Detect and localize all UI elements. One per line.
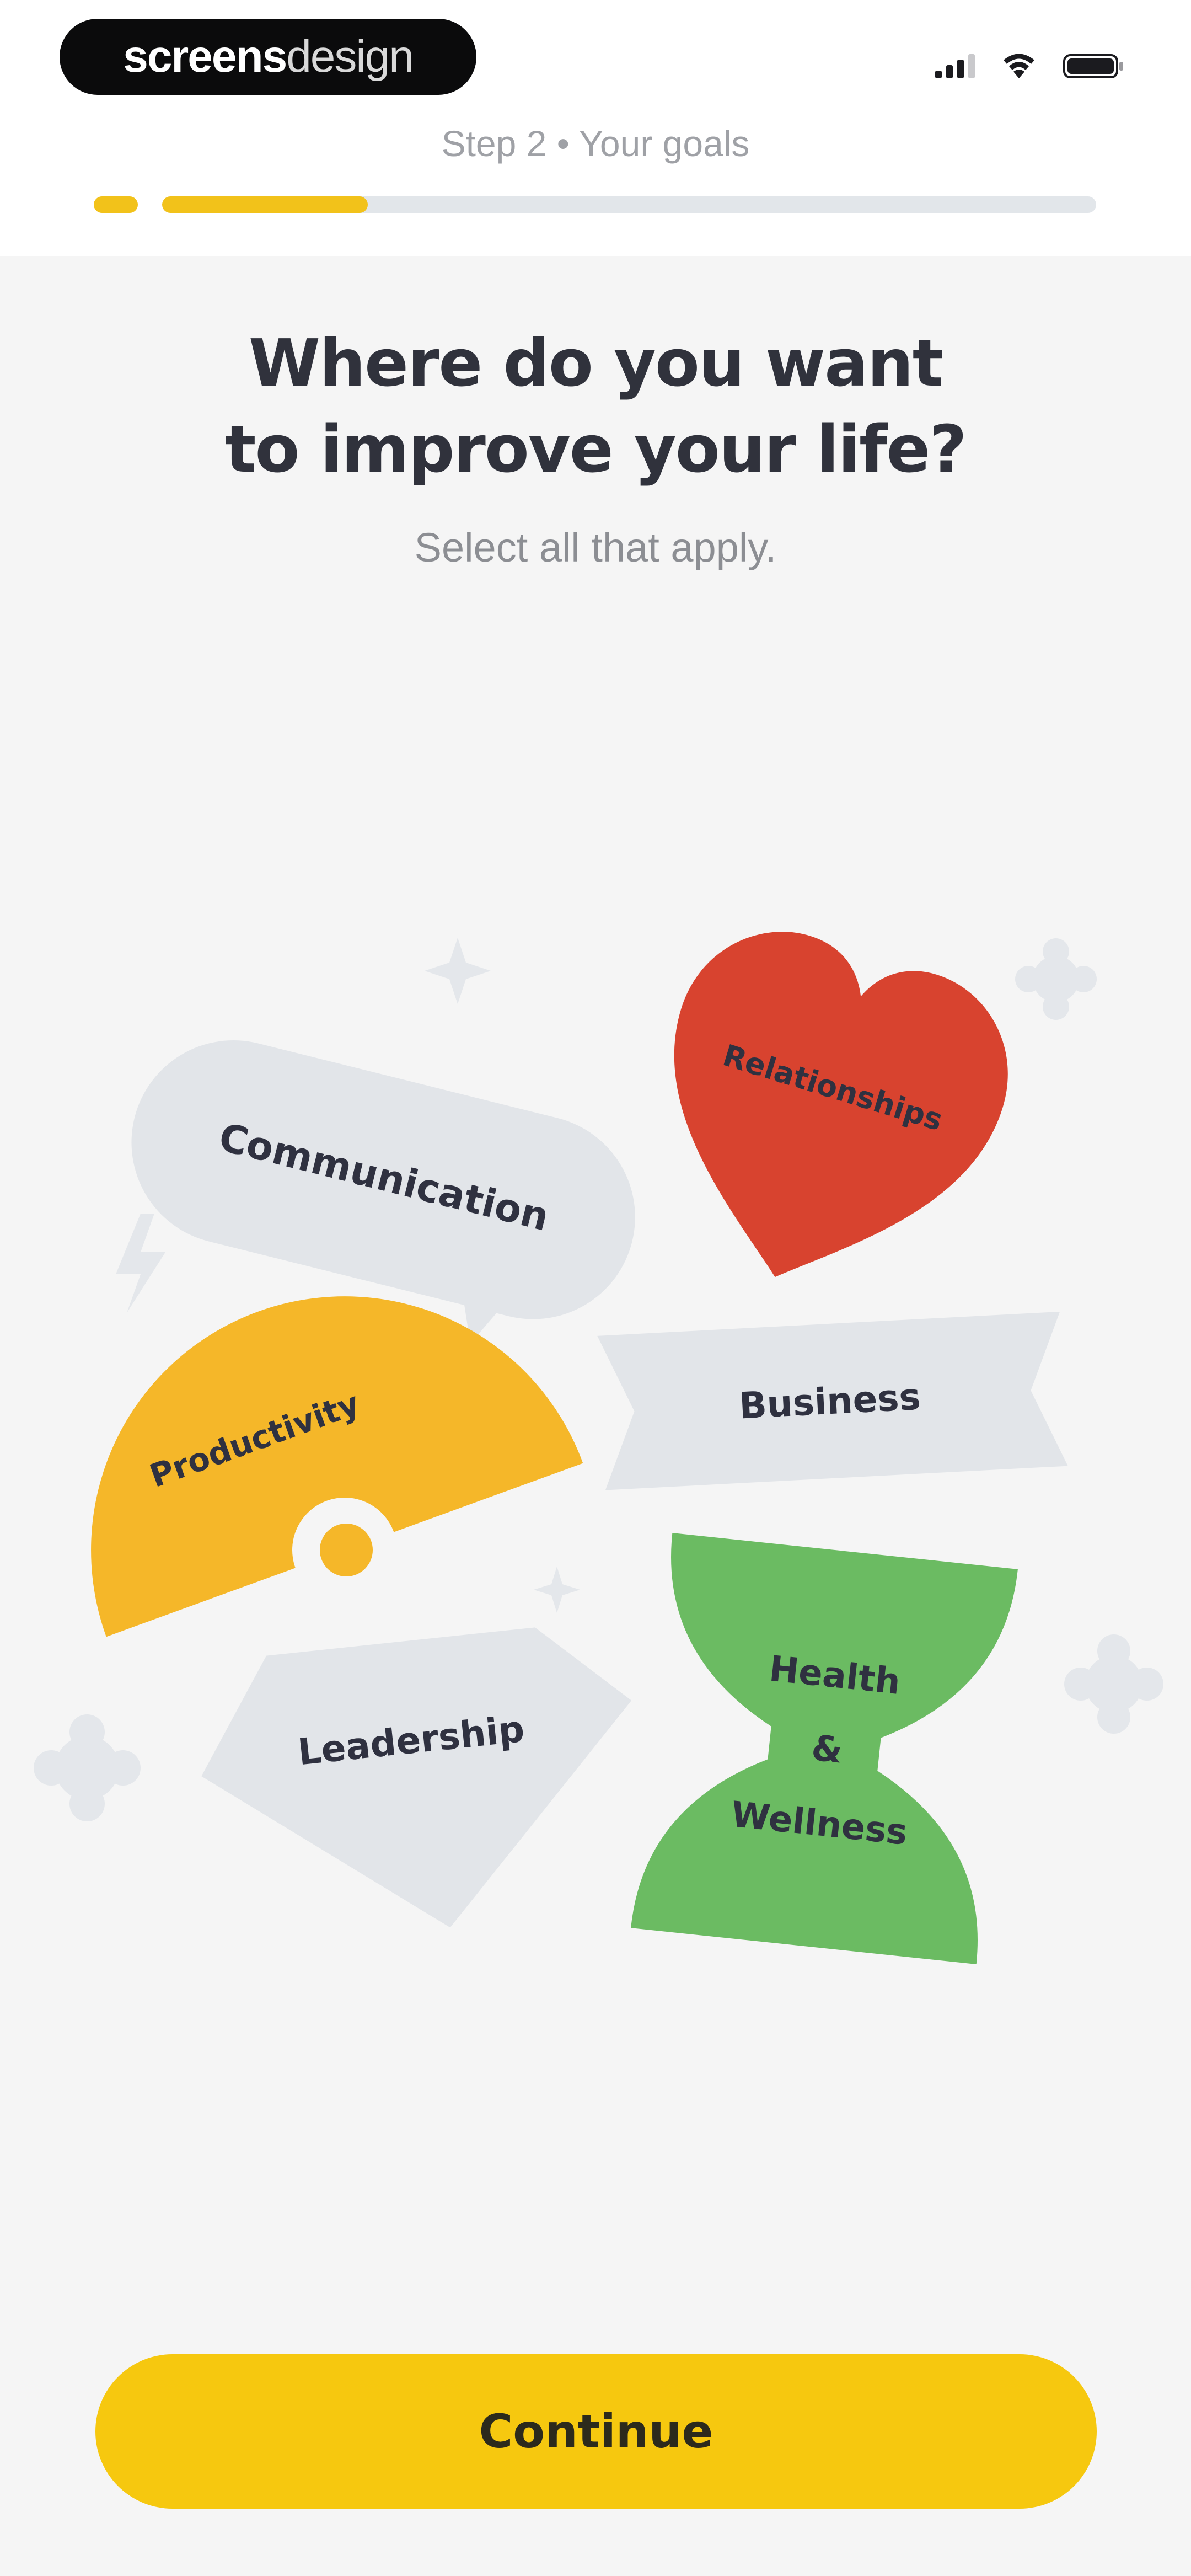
goal-leadership[interactable]: Leadership — [190, 1618, 653, 1952]
continue-button[interactable]: Continue — [95, 2354, 1097, 2509]
goal-business[interactable]: Business — [597, 1311, 1068, 1490]
goal-health-label-line2: & — [809, 1728, 844, 1771]
goal-relationships[interactable]: Relationships — [614, 906, 1034, 1327]
goal-shapes-illustration: Communication Relationships Productivity… — [34, 906, 1163, 1964]
goal-health-wellness[interactable]: Health & Wellness — [631, 1533, 1018, 1964]
onboarding-screen: screensdesign Step 2 • Your goals Where … — [0, 0, 1191, 2576]
lightning-icon — [116, 1214, 165, 1313]
productivity-dot — [320, 1524, 373, 1576]
